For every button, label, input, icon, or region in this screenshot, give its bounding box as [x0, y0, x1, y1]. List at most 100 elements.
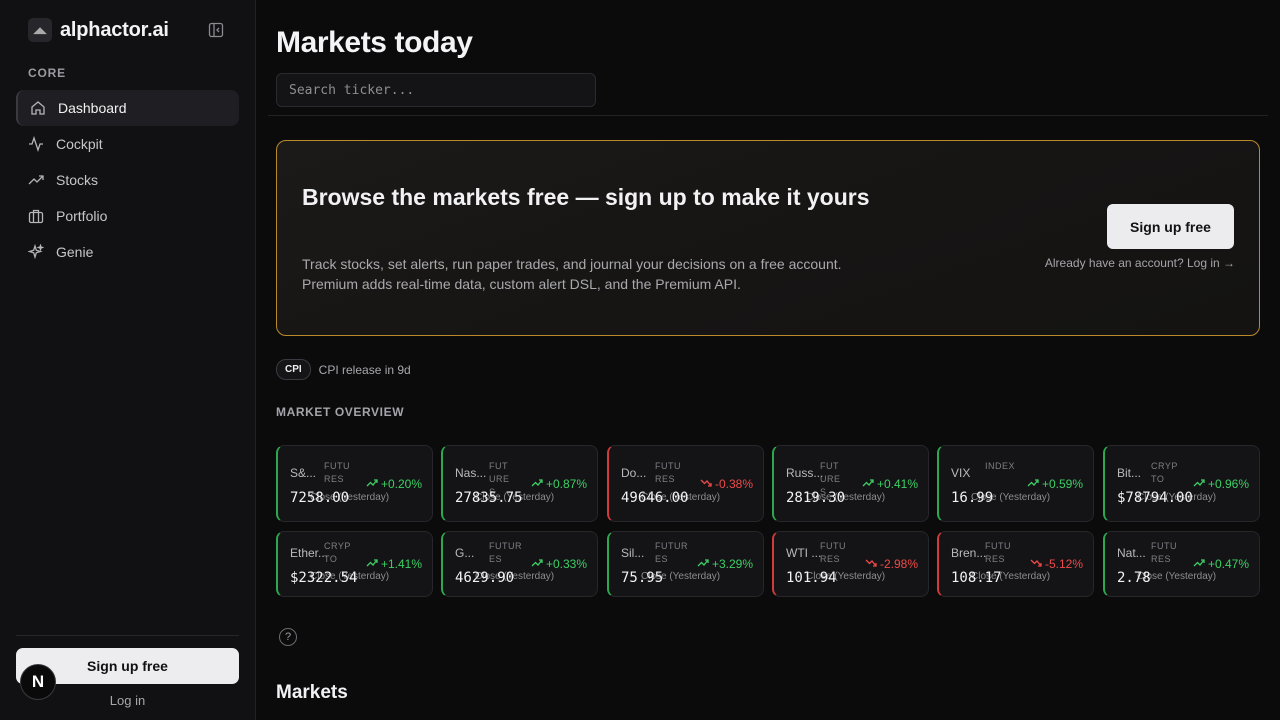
- sidebar-item-cockpit[interactable]: Cockpit: [16, 126, 239, 162]
- tile-change-value: +0.59%: [1041, 477, 1083, 491]
- banner-title: Browse the markets free — sign up to mak…: [302, 184, 870, 210]
- activity-icon: [28, 136, 44, 152]
- tile-name: Sil...: [621, 546, 645, 560]
- tile-name: VIX: [951, 466, 971, 480]
- trending-up-icon: [28, 172, 44, 188]
- tile-change-value: -0.38%: [714, 477, 753, 491]
- sidebar-item-stocks[interactable]: Stocks: [16, 162, 239, 198]
- market-tile[interactable]: WTI ... FUTU RES -2.98% Close (Yesterday) 10…: [772, 531, 929, 597]
- market-tile[interactable]: Sil... FUTUR ES +3.29% Close (Yesterday) 75.…: [607, 531, 764, 597]
- market-tile[interactable]: Bren... FUTU RES -5.12% Close (Yesterday) 10…: [937, 531, 1094, 597]
- sidebar: ◢◣ alphactor.ai CORE Dashboard Cockpit S…: [0, 0, 256, 720]
- cpi-text: CPI release in 9d: [318, 362, 411, 377]
- tile-name: Do...: [621, 466, 647, 480]
- tile-change: -5.12%: [1030, 557, 1083, 571]
- market-tile[interactable]: Nat... FUTU RES +0.47% Close (Yesterday) 2.7…: [1103, 531, 1260, 597]
- trend-up-icon: [366, 477, 378, 491]
- sidebar-item-label: Stocks: [56, 172, 99, 188]
- tile-change: -0.38%: [700, 477, 753, 491]
- main-content: Markets today Search ticker... Browse th…: [256, 0, 1280, 720]
- market-tile[interactable]: S&... FUTU RES +0.20% Close (Yesterday) 7258…: [276, 445, 433, 522]
- tile-price: 101.94: [786, 570, 837, 586]
- banner-description: Track stocks, set alerts, run paper trad…: [302, 256, 842, 292]
- trend-up-icon: [366, 557, 378, 571]
- trend-down-icon: [1030, 557, 1042, 571]
- divider: [16, 635, 239, 636]
- tile-change-value: +0.41%: [876, 477, 918, 491]
- market-tile[interactable]: G... FUTUR ES +0.33% Close (Yesterday) 4629.…: [441, 531, 598, 597]
- banner-signup-button[interactable]: Sign up free: [1107, 204, 1234, 249]
- sidebar-item-dashboard[interactable]: Dashboard: [16, 90, 239, 126]
- tile-type: FUTU RES: [655, 461, 681, 484]
- market-tile[interactable]: VIX INDEX +0.59% Close (Yesterday) 16.99: [937, 445, 1094, 522]
- signup-banner: Browse the markets free — sign up to mak…: [276, 140, 1260, 336]
- trend-down-icon: [700, 477, 712, 491]
- search-placeholder: Search ticker...: [289, 82, 415, 98]
- tile-name: S&...: [290, 466, 317, 480]
- tile-type: FUTU RES: [820, 541, 846, 564]
- tile-type: INDEX: [985, 461, 1016, 471]
- tile-change-value: +0.33%: [545, 557, 587, 571]
- markets-heading: Markets: [276, 682, 348, 703]
- market-tile[interactable]: Do... FUTU RES -0.38% Close (Yesterday) 4964…: [607, 445, 764, 522]
- section-label-core: CORE: [28, 66, 66, 80]
- tile-name: Nat...: [1117, 546, 1146, 560]
- sidebar-nav: Dashboard Cockpit Stocks Portfolio Genie: [0, 90, 255, 270]
- sparkles-icon: [28, 244, 44, 260]
- banner-login-link[interactable]: Already have an account? Log in →: [1045, 256, 1235, 270]
- market-overview-label: MARKET OVERVIEW: [276, 405, 405, 419]
- sidebar-item-label: Dashboard: [58, 100, 127, 116]
- trend-down-icon: [865, 557, 877, 571]
- trend-up-icon: [697, 557, 709, 571]
- tile-change: +0.47%: [1193, 557, 1249, 571]
- tile-price: 7258.00: [290, 490, 350, 506]
- tile-price: 108.17: [951, 570, 1002, 586]
- tile-change-value: +0.87%: [545, 477, 587, 491]
- sidebar-collapse-icon[interactable]: [208, 22, 224, 38]
- help-icon[interactable]: ?: [279, 628, 297, 646]
- nextjs-badge-icon[interactable]: N: [20, 664, 56, 700]
- tile-name: Ether...: [290, 546, 329, 560]
- market-tile[interactable]: Bit... CRYP TO +0.96% Close (Yesterday) $787…: [1103, 445, 1260, 522]
- cpi-badge: CPI: [276, 359, 311, 380]
- briefcase-icon: [28, 208, 44, 224]
- sidebar-item-genie[interactable]: Genie: [16, 234, 239, 270]
- tile-change: +0.87%: [531, 477, 587, 491]
- home-icon: [30, 100, 46, 116]
- tile-price: $78794.00: [1117, 490, 1193, 506]
- sidebar-item-label: Cockpit: [56, 136, 103, 152]
- tile-price: 2.78: [1117, 570, 1151, 586]
- tile-change: +0.59%: [1027, 477, 1083, 491]
- trend-up-icon: [531, 557, 543, 571]
- tile-name: Bit...: [1117, 466, 1142, 480]
- trend-up-icon: [1027, 477, 1039, 491]
- sidebar-item-portfolio[interactable]: Portfolio: [16, 198, 239, 234]
- tile-type: CRYP TO: [324, 541, 351, 564]
- tile-type: FUTU RES: [324, 461, 350, 484]
- tile-change-value: +0.20%: [380, 477, 422, 491]
- market-tile[interactable]: Ether... CRYP TO +1.41% Close (Yesterday) $2…: [276, 531, 433, 597]
- market-tile[interactable]: Nas... FUT URE S +0.87% Close (Yesterday) 27…: [441, 445, 598, 522]
- trend-up-icon: [1193, 477, 1205, 491]
- brand-name: alphactor.ai: [60, 18, 169, 41]
- search-input[interactable]: Search ticker...: [276, 73, 596, 107]
- tile-price: 75.95: [621, 570, 664, 586]
- tile-change-value: +0.96%: [1207, 477, 1249, 491]
- tile-name: WTI ...: [786, 546, 822, 560]
- tile-change-value: -5.12%: [1044, 557, 1083, 571]
- tile-type: FUTUR ES: [655, 541, 688, 564]
- tile-change: +0.41%: [862, 477, 918, 491]
- header-divider: [268, 115, 1268, 116]
- tile-change-value: -2.98%: [879, 557, 918, 571]
- tile-name: Nas...: [455, 466, 487, 480]
- tile-name: Russ...: [786, 466, 824, 480]
- sidebar-item-label: Portfolio: [56, 208, 108, 224]
- tile-price: 16.99: [951, 490, 994, 506]
- tile-change: -2.98%: [865, 557, 918, 571]
- market-tile[interactable]: Russ... FUT URE S +0.41% Close (Yesterday) 2…: [772, 445, 929, 522]
- tile-price: 27835.75: [455, 490, 523, 506]
- tile-change: +0.20%: [366, 477, 422, 491]
- trend-up-icon: [1193, 557, 1205, 571]
- tile-type: FUTU RES: [1151, 541, 1177, 564]
- cpi-notice: CPI CPI release in 9d: [276, 359, 411, 380]
